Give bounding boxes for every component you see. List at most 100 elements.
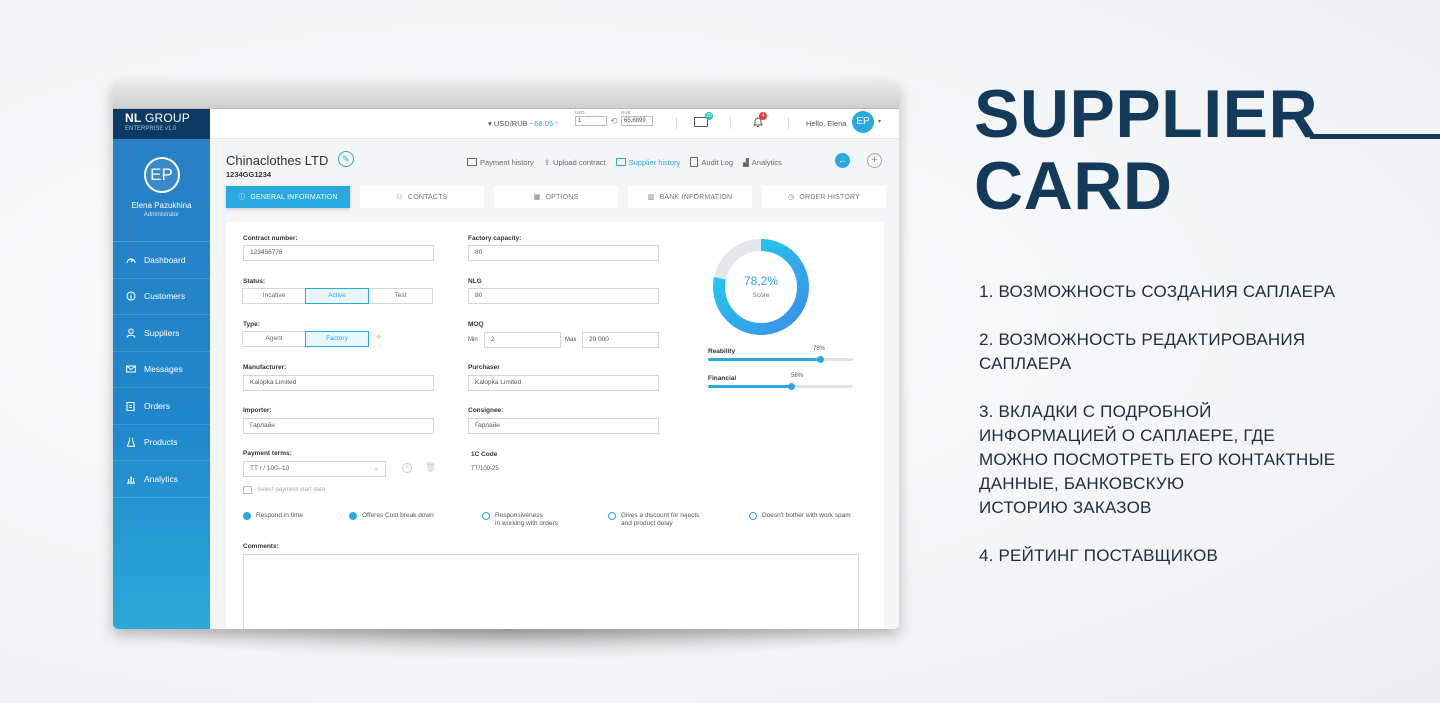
rub-label: RUB bbox=[621, 110, 631, 115]
tab-label: BANK INFORMATION bbox=[659, 193, 733, 201]
feature-line: ИСТОРИЮ ЗАКАЗОВ bbox=[979, 498, 1152, 517]
status-option-inactive[interactable]: Incative bbox=[242, 288, 306, 304]
sidebar-item-products[interactable]: Products bbox=[113, 425, 210, 461]
rub-input[interactable]: 65,6899 bbox=[621, 116, 653, 126]
add-button[interactable]: + bbox=[867, 153, 882, 168]
sidebar-item-label: Dashboard bbox=[144, 254, 186, 265]
window-titlebar bbox=[113, 81, 899, 109]
chevron-down-icon: ⌄ bbox=[373, 465, 379, 472]
payment-date-input[interactable]: Select payment start date bbox=[257, 487, 325, 493]
supplier-code: 1234GG1234 bbox=[226, 170, 272, 179]
brand-name-bold: NL bbox=[125, 111, 142, 125]
currency-pair: USD/RUB bbox=[493, 119, 528, 128]
feature-item: 1. ВОЗМОЖНОСТЬ СОЗДАНИЯ САПЛАЕРА bbox=[979, 280, 1359, 304]
action-label: Audit Log bbox=[701, 157, 734, 167]
type-option-agent[interactable]: Agent bbox=[242, 331, 306, 347]
sidebar-item-messages[interactable]: Messages bbox=[113, 352, 210, 388]
title-underline bbox=[1310, 134, 1440, 139]
top-bar: ▾ USD/RUB - 68.05 ↑ USD 1 ⟲ RUB 65,6899 … bbox=[210, 109, 899, 139]
consignee-input[interactable]: Гарлайн bbox=[468, 418, 659, 434]
sidebar-item-dashboard[interactable]: Dashboard bbox=[113, 242, 210, 279]
pencil-icon[interactable]: ✎ bbox=[338, 151, 354, 167]
info-circle-icon: ⓘ bbox=[238, 194, 246, 201]
comments-textarea[interactable] bbox=[243, 554, 859, 629]
bar-chart-icon bbox=[127, 476, 135, 484]
payment-terms-value: TT / / 100--10 bbox=[250, 465, 290, 472]
action-links: Payment history ⇪ Upload contract Supplie… bbox=[467, 157, 782, 167]
avatar[interactable]: EP bbox=[852, 111, 874, 133]
payment-terms-select[interactable]: TT / / 100--10 ⌄ bbox=[243, 461, 386, 477]
factory-capacity-input[interactable]: 80 bbox=[468, 245, 659, 261]
type-segmented: Agent Factory bbox=[242, 331, 369, 347]
sidebar-item-customers[interactable]: Customers bbox=[113, 279, 210, 315]
brand-logo[interactable]: NL GROUP ENTERPRISE v1.0 bbox=[113, 109, 210, 139]
slider-handle[interactable] bbox=[817, 356, 825, 363]
check-discount[interactable]: Gives a discount for rejects and product … bbox=[608, 512, 699, 528]
check-cost-breakdown[interactable]: Offeres Cost break down bbox=[349, 512, 434, 520]
action-label: Supplier history bbox=[628, 157, 681, 167]
user-role: Administrator bbox=[143, 212, 180, 218]
currency-rate[interactable]: ▾ USD/RUB - 68.05 ↑ bbox=[488, 119, 559, 128]
check-responsiveness[interactable]: Responsiveness in working with orders bbox=[482, 512, 558, 528]
manufacturer-label: Manufacturer: bbox=[243, 364, 287, 371]
financial-bar[interactable] bbox=[708, 383, 853, 390]
reability-bar-fill bbox=[708, 356, 825, 363]
clock-icon: ◷ bbox=[788, 194, 795, 201]
check-label-2: and product delay bbox=[621, 520, 673, 527]
app-root: NL GROUP ENTERPRISE v1.0 EP Elena Pazukh… bbox=[113, 109, 899, 629]
consignee-label: Consignee: bbox=[468, 407, 504, 414]
check-respond-in-time[interactable]: Respond in time bbox=[243, 512, 303, 520]
payment-history-link[interactable]: Payment history bbox=[467, 158, 534, 167]
check-no-spam[interactable]: Doesn't bother with work spam bbox=[749, 512, 851, 520]
action-label: Analytics bbox=[751, 157, 782, 167]
bar-chart-icon: ▟ bbox=[743, 157, 749, 167]
check-label: Gives a discount for rejects bbox=[621, 512, 700, 519]
sidebar-item-label: Orders bbox=[144, 400, 170, 411]
reability-bar[interactable] bbox=[708, 356, 853, 363]
tab-bank-information[interactable]: ▥ BANK INFORMATION bbox=[628, 186, 752, 208]
moq-min-input[interactable]: 2 bbox=[484, 332, 561, 348]
audit-log-link[interactable]: Audit Log bbox=[690, 157, 733, 167]
sidebar-item-orders[interactable]: Orders bbox=[113, 388, 210, 425]
calendar-icon[interactable] bbox=[243, 486, 252, 494]
contract-number-input[interactable]: 123456778 bbox=[243, 245, 434, 261]
type-option-factory[interactable]: Factory bbox=[305, 331, 369, 347]
tab-order-history[interactable]: ◷ ORDER HISTORY bbox=[762, 186, 886, 208]
sidebar-item-suppliers[interactable]: Suppliers bbox=[113, 315, 210, 352]
purchaser-input[interactable]: Kalopka Limited bbox=[468, 375, 659, 391]
user-profile: EP Elena Pazukhina Administrator bbox=[113, 139, 210, 242]
back-button[interactable]: ← bbox=[835, 153, 850, 168]
location-pin-icon[interactable]: ⌖ bbox=[376, 332, 382, 343]
nlg-input[interactable]: 80 bbox=[468, 288, 659, 304]
currency-rate-value: 68.05 bbox=[534, 119, 554, 128]
status-option-active[interactable]: Active bbox=[305, 288, 369, 304]
sidebar-item-analytics[interactable]: Analytics bbox=[113, 461, 210, 498]
add-term-icon[interactable]: + bbox=[402, 463, 412, 473]
circle-icon bbox=[608, 512, 616, 520]
usd-input[interactable]: 1 bbox=[575, 116, 607, 126]
sidebar: NL GROUP ENTERPRISE v1.0 EP Elena Pazukh… bbox=[113, 109, 210, 629]
analytics-link[interactable]: ▟ Analytics bbox=[743, 158, 782, 167]
trash-icon[interactable]: 🗑 bbox=[425, 462, 436, 473]
importer-input[interactable]: Гарлайн bbox=[243, 418, 434, 434]
avatar[interactable]: EP bbox=[143, 157, 180, 193]
status-option-test[interactable]: Test bbox=[368, 288, 433, 304]
moq-max-input[interactable]: 20 000 bbox=[582, 332, 659, 348]
comments-label: Comments: bbox=[243, 543, 279, 550]
action-label: Upload contract bbox=[553, 157, 606, 167]
purchaser-label: Purchaser bbox=[468, 364, 500, 371]
tab-general-information[interactable]: ⓘ GENERAL INFORMATION bbox=[226, 186, 350, 208]
tab-options[interactable]: ▦ OPTIONS bbox=[494, 186, 618, 208]
tab-label: CONTACTS bbox=[407, 193, 448, 201]
upload-contract-link[interactable]: ⇪ Upload contract bbox=[544, 158, 606, 167]
check-label: Offeres Cost break down bbox=[362, 512, 434, 519]
slider-handle[interactable] bbox=[788, 383, 796, 390]
bank-icon: ▥ bbox=[647, 194, 655, 201]
manufacturer-input[interactable]: Kalopka Limited bbox=[243, 375, 434, 391]
swap-icon[interactable]: ⟲ bbox=[610, 116, 618, 127]
supplier-history-link[interactable]: Supplier history bbox=[615, 157, 681, 167]
feature-line: 4. РЕЙТИНГ ПОСТАВЩИКОВ bbox=[979, 546, 1219, 565]
tab-contacts[interactable]: ⚇ CONTACTS bbox=[360, 186, 484, 208]
dress-icon bbox=[126, 438, 136, 448]
chevron-down-icon[interactable]: ▾ bbox=[878, 118, 881, 125]
